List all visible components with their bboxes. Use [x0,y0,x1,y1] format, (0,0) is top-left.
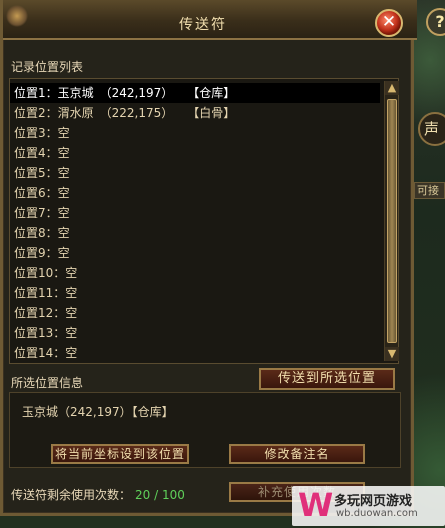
list-item-name: 渭水原 [57,106,94,120]
list-item-slot: 位置8： [14,226,58,240]
list-item-name: 空 [65,346,78,360]
teleport-button[interactable]: 传送到所选位置 [259,368,395,390]
selected-info-label: 所选位置信息 [11,376,84,390]
list-item[interactable]: 位置9：空 [10,243,380,263]
list-item-name: 空 [57,246,70,260]
set-current-coord-button[interactable]: 将当前坐标设到该位置 [51,444,189,464]
location-list: 位置1：玉京城 （242,197） 【仓库】位置2：渭水原 （222,175） 【白骨】… [9,78,399,364]
usage-value: 20 / 100 [135,488,185,502]
watermark-url: wb.duowan.com [336,508,418,519]
list-item-slot: 位置4： [14,146,58,160]
list-item[interactable]: 位置12：空 [10,303,380,323]
list-label: 记录位置列表 [11,60,84,74]
list-item-slot: 位置9： [14,246,58,260]
duowan-watermark: W 多玩网页游戏 wb.duowan.com [292,486,445,526]
list-item-note: 【白骨】 [187,106,236,120]
list-item-coord: （242,197） [99,86,174,100]
list-item[interactable]: 位置4：空 [10,143,380,163]
close-button[interactable]: ✕ [375,9,403,37]
list-item-name: 空 [57,126,70,140]
list-item-name: 空 [65,286,78,300]
scroll-thumb[interactable] [387,99,397,343]
usage-count: 传送符剩余使用次数： 20 / 100 [11,486,185,503]
list-item-slot: 位置14： [14,346,66,360]
teleport-talisman-window: 传送符 ✕ 记录位置列表 位置1：玉京城 （242,197） 【仓库】 位置2：渭水原… [0,0,417,516]
hud-tab-acceptable[interactable]: 可接 [414,182,445,199]
list-item-name: 空 [57,146,70,160]
right-hud-strip: ? 声 可接 [414,0,445,528]
help-button[interactable]: ? [426,8,445,36]
list-item[interactable]: 位置14：空 [10,343,380,363]
list-item[interactable]: 位置6：空 [10,183,380,203]
list-scrollbar[interactable]: ▲ ▼ [384,81,399,361]
close-icon: ✕ [381,12,397,32]
list-item-name: 空 [57,226,70,240]
list-item-coord: （222,175） [99,106,174,120]
scroll-up-arrow-icon[interactable]: ▲ [385,81,399,95]
scroll-down-arrow-icon[interactable]: ▼ [385,347,399,361]
list-item-name: 空 [57,186,70,200]
list-item-slot: 位置13： [14,326,66,340]
list-item[interactable]: 位置2：渭水原 （222,175） 【白骨】 [10,103,380,123]
titlebar[interactable]: 传送符 ✕ [3,0,417,40]
list-item-slot: 位置10： [14,266,66,280]
list-item-name: 空 [65,266,78,280]
list-item[interactable]: 位置7：空 [10,203,380,223]
selected-info-text: 玉京城（242,197）【仓库】 [22,405,174,419]
list-item[interactable]: 位置10：空 [10,263,380,283]
list-item-slot: 位置7： [14,206,58,220]
round-hud-button[interactable]: 声 [418,112,445,146]
list-item-name: 玉京城 [57,86,94,100]
window-title: 传送符 [179,17,227,33]
list-item-slot: 位置12： [14,306,66,320]
list-item-slot: 位置2： [14,106,58,120]
list-item-slot: 位置6： [14,186,58,200]
list-item-name: 空 [57,206,70,220]
list-item[interactable]: 位置8：空 [10,223,380,243]
list-item-slot: 位置5： [14,166,58,180]
list-item-name: 空 [65,306,78,320]
list-item-name: 空 [65,326,78,340]
list-item-note: 【仓库】 [187,86,236,100]
list-item[interactable]: 位置3：空 [10,123,380,143]
list-item[interactable]: 位置5：空 [10,163,380,183]
list-item-slot: 位置11： [14,286,66,300]
list-item[interactable]: 位置11：空 [10,283,380,303]
list-item[interactable]: 位置13：空 [10,323,380,343]
list-item-name: 空 [57,166,70,180]
usage-label: 传送符剩余使用次数： [11,488,132,502]
watermark-logo-icon: W [298,486,334,524]
list-item-slot: 位置1： [14,86,58,100]
list-item[interactable]: 位置1：玉京城 （242,197） 【仓库】 [10,83,380,103]
list-item-slot: 位置3： [14,126,58,140]
edit-note-button[interactable]: 修改备注名 [229,444,365,464]
watermark-title: 多玩网页游戏 [334,494,413,509]
